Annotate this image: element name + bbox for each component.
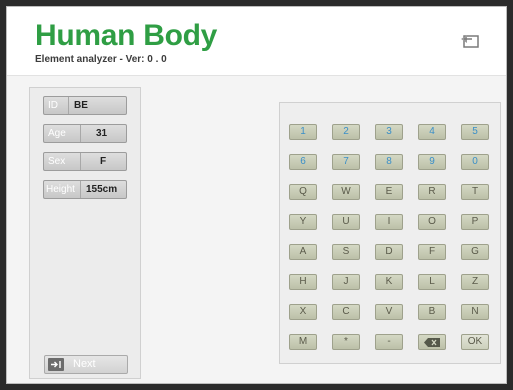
key-3[interactable]: 3 — [375, 124, 403, 140]
sex-value: F — [100, 156, 107, 167]
key-b[interactable]: B — [418, 304, 446, 320]
height-value: 155cm — [86, 184, 118, 195]
key-u[interactable]: U — [332, 214, 360, 230]
header: Human Body Element analyzer - Ver: 0 . 0 — [7, 7, 506, 76]
key-x[interactable]: X — [289, 304, 317, 320]
key-6[interactable]: 6 — [289, 154, 317, 170]
key-t[interactable]: T — [461, 184, 489, 200]
key-q[interactable]: Q — [289, 184, 317, 200]
patient-info-panel: ID BE Age 31 Sex F Height 155cm Next — [29, 87, 141, 379]
app-title: Human Body — [35, 19, 218, 52]
key-5[interactable]: 5 — [461, 124, 489, 140]
key-m[interactable]: M — [289, 334, 317, 350]
key-d[interactable]: D — [375, 244, 403, 260]
backspace-key[interactable] — [418, 334, 446, 350]
enter-arrow-icon — [48, 358, 64, 371]
next-button[interactable]: Next — [44, 355, 128, 374]
app-window: Human Body Element analyzer - Ver: 0 . 0… — [6, 6, 507, 384]
key-s[interactable]: S — [332, 244, 360, 260]
age-label: Age — [48, 128, 66, 139]
key-0[interactable]: 0 — [461, 154, 489, 170]
next-label: Next — [73, 358, 96, 370]
field-divider — [80, 181, 81, 198]
key-1[interactable]: 1 — [289, 124, 317, 140]
id-value: BE — [74, 100, 88, 111]
key-r[interactable]: R — [418, 184, 446, 200]
key-g[interactable]: G — [461, 244, 489, 260]
field-divider — [80, 153, 81, 170]
exit-button[interactable] — [460, 33, 480, 49]
key-asterisk[interactable]: * — [332, 334, 360, 350]
key-2[interactable]: 2 — [332, 124, 360, 140]
key-j[interactable]: J — [332, 274, 360, 290]
id-field[interactable]: ID BE — [43, 96, 127, 115]
key-7[interactable]: 7 — [332, 154, 360, 170]
key-dash[interactable]: - — [375, 334, 403, 350]
on-screen-keypad: 1 2 3 4 5 6 7 8 9 0 Q W E R T Y U I O P … — [279, 102, 501, 364]
age-value: 31 — [96, 128, 108, 139]
key-h[interactable]: H — [289, 274, 317, 290]
key-i[interactable]: I — [375, 214, 403, 230]
key-v[interactable]: V — [375, 304, 403, 320]
sex-field[interactable]: Sex F — [43, 152, 127, 171]
key-f[interactable]: F — [418, 244, 446, 260]
key-w[interactable]: W — [332, 184, 360, 200]
app-subtitle: Element analyzer - Ver: 0 . 0 — [35, 54, 167, 65]
field-divider — [80, 125, 81, 142]
key-c[interactable]: C — [332, 304, 360, 320]
id-label: ID — [48, 100, 58, 111]
exit-door-icon — [461, 35, 479, 48]
field-divider — [68, 97, 69, 114]
key-8[interactable]: 8 — [375, 154, 403, 170]
backspace-icon — [424, 338, 440, 347]
key-a[interactable]: A — [289, 244, 317, 260]
key-n[interactable]: N — [461, 304, 489, 320]
key-k[interactable]: K — [375, 274, 403, 290]
height-label: Height — [46, 184, 75, 195]
ok-key[interactable]: OK — [461, 334, 489, 350]
age-field[interactable]: Age 31 — [43, 124, 127, 143]
key-9[interactable]: 9 — [418, 154, 446, 170]
height-field[interactable]: Height 155cm — [43, 180, 127, 199]
key-l[interactable]: L — [418, 274, 446, 290]
key-p[interactable]: P — [461, 214, 489, 230]
key-y[interactable]: Y — [289, 214, 317, 230]
sex-label: Sex — [48, 156, 66, 167]
key-4[interactable]: 4 — [418, 124, 446, 140]
key-z[interactable]: Z — [461, 274, 489, 290]
key-e[interactable]: E — [375, 184, 403, 200]
key-o[interactable]: O — [418, 214, 446, 230]
